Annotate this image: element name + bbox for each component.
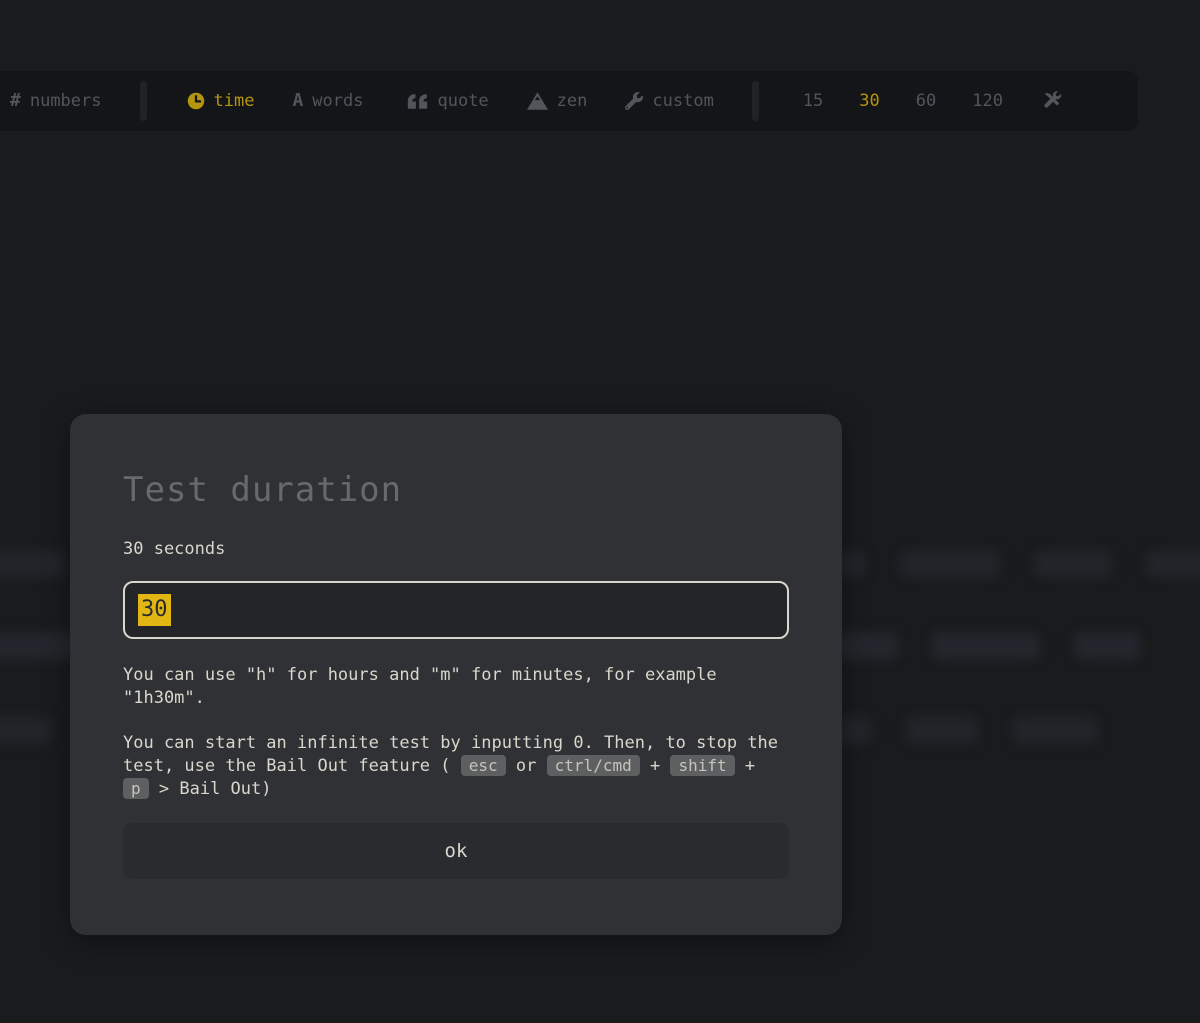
duration-120-label: 120: [972, 91, 1003, 111]
hint-bail-or: or: [515, 756, 537, 776]
duration-30-button[interactable]: 30: [859, 91, 879, 111]
duration-15-label: 15: [802, 91, 824, 111]
tools-icon: [1043, 91, 1063, 111]
test-duration-modal: Test duration 30 seconds 30 You can use …: [70, 414, 842, 935]
clock-icon: [187, 92, 205, 110]
mode-zen-button[interactable]: zen: [526, 91, 588, 111]
key-badge-esc: esc: [460, 755, 506, 776]
mode-quote-button[interactable]: quote: [407, 91, 489, 111]
bar-divider: [139, 81, 147, 121]
background-word-blob: [1012, 716, 1098, 744]
modal-title: Test duration: [123, 470, 403, 510]
background-word-blob: [1034, 550, 1112, 578]
key-badge-p: p: [123, 778, 149, 799]
hint-bail-end: > Bail Out): [158, 779, 272, 799]
wrench-icon: [625, 92, 644, 110]
selected-input-value: 30: [138, 593, 171, 627]
background-word-blob: [1146, 550, 1200, 578]
background-word-blob: [1074, 632, 1140, 660]
background-word-blob: [900, 550, 1000, 578]
mode-numbers-label: numbers: [29, 91, 102, 111]
hashtag-icon: #: [10, 90, 21, 111]
background-word-blob: [0, 550, 66, 578]
duration-60-label: 60: [915, 91, 937, 111]
duration-30-label: 30: [859, 91, 880, 111]
mode-quote-label: quote: [437, 91, 489, 111]
current-duration-text: 30 seconds: [123, 539, 226, 559]
key-badge-ctrl-cmd: ctrl/cmd: [546, 755, 640, 776]
mode-numbers-button[interactable]: # numbers: [10, 91, 102, 111]
duration-120-button[interactable]: 120: [972, 91, 1003, 111]
duration-input[interactable]: 30: [123, 581, 789, 639]
font-icon: A: [292, 90, 304, 111]
hint-bail-plus2: +: [744, 756, 756, 776]
bar-divider: [751, 81, 759, 121]
ok-button[interactable]: ok: [123, 823, 789, 879]
mode-custom-button[interactable]: custom: [625, 91, 714, 111]
mode-words-button[interactable]: A words: [292, 91, 363, 111]
duration-15-button[interactable]: 15: [803, 91, 823, 111]
quote-icon: [407, 93, 428, 110]
mode-custom-label: custom: [652, 91, 714, 111]
hint-bail-plus: +: [649, 756, 661, 776]
test-config-bar: # numbers time A words quote zen custom …: [0, 71, 1138, 131]
hint-hours-minutes: You can use "h" for hours and "m" for mi…: [123, 665, 717, 708]
background-word-blob: [906, 716, 978, 744]
background-word-blob: [932, 632, 1040, 660]
custom-duration-button[interactable]: [1043, 91, 1063, 111]
mountain-icon: [526, 92, 548, 110]
hint-infinite-test: You can start an infinite test by inputt…: [123, 732, 789, 801]
mode-time-button[interactable]: time: [187, 91, 255, 111]
mode-zen-label: zen: [556, 91, 588, 111]
mode-words-label: words: [312, 91, 364, 111]
background-word-blob: [0, 716, 52, 744]
duration-60-button[interactable]: 60: [916, 91, 936, 111]
key-badge-shift: shift: [670, 755, 735, 776]
mode-time-label: time: [213, 91, 255, 111]
